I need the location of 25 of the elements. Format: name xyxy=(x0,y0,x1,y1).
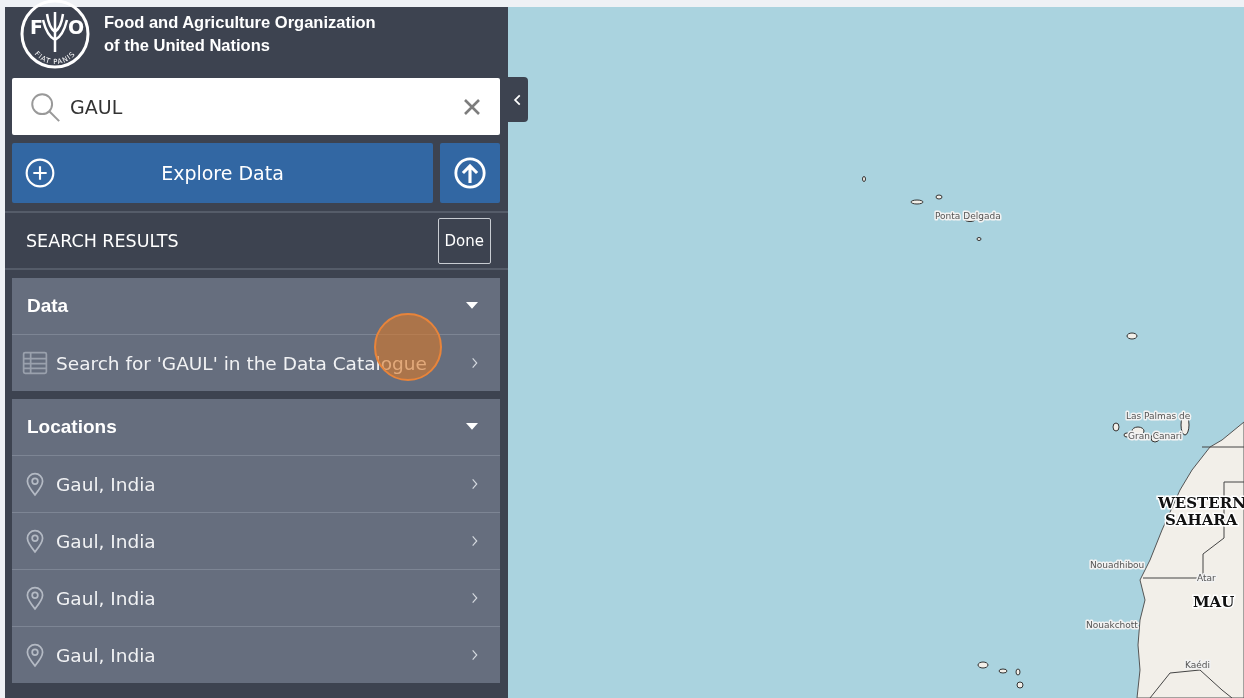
country-label: SAHARA xyxy=(1165,511,1238,529)
org-title: Food and Agriculture Organization xyxy=(104,11,376,33)
result-item[interactable]: Search for 'GAUL' in the Data Catalogue xyxy=(12,335,500,391)
collapse-tab[interactable] xyxy=(508,77,528,122)
city-label: Nouadhibou xyxy=(1090,560,1145,570)
table-icon xyxy=(22,350,48,376)
result-item[interactable]: Gaul, India xyxy=(12,570,500,627)
explore-data-button[interactable]: Explore Data xyxy=(12,143,433,203)
result-item[interactable]: Gaul, India xyxy=(12,513,500,570)
result-item[interactable]: Gaul, India xyxy=(12,456,500,513)
section-header[interactable]: Data xyxy=(12,278,500,335)
org-title: of the United Nations xyxy=(104,34,271,56)
country-label: MAU xyxy=(1193,593,1235,611)
arrow-up-circle-icon xyxy=(453,156,487,190)
city-label: Nouakchott xyxy=(1086,620,1138,630)
result-item[interactable]: Gaul, India xyxy=(12,627,500,683)
upload-button[interactable] xyxy=(440,143,500,203)
city-label: Ponta Delgada xyxy=(935,211,1001,221)
city-label: Atar xyxy=(1197,573,1216,583)
city-label: Kaédi xyxy=(1185,660,1210,670)
search-field[interactable]: GAUL xyxy=(12,78,500,135)
section-header[interactable]: Locations xyxy=(12,399,500,456)
plus-circle-icon xyxy=(24,157,56,189)
done-button[interactable]: Done xyxy=(437,217,491,264)
results-heading: SEARCH RESULTS xyxy=(26,230,179,251)
